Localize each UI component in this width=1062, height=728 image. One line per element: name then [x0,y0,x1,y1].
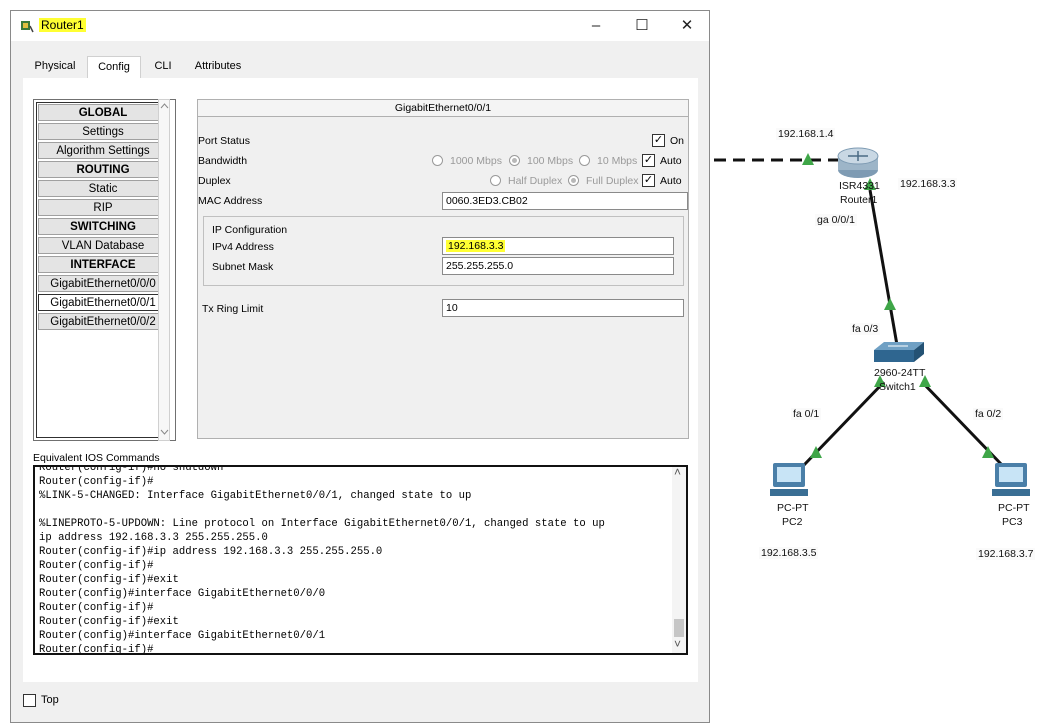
pc2-name-label: PC2 [782,516,803,528]
sidebar-header-interface: INTERFACE [38,256,168,273]
router-name-label: Router1 [840,194,878,206]
mac-address-label: MAC Address [198,195,263,207]
port-status-checkbox[interactable]: ✓ [652,134,665,147]
sidebar-header-routing: ROUTING [38,161,168,178]
switch-model-label: 2960-24TT [874,367,926,379]
ip-configuration-group: IP Configuration IPv4 Address 192.168.3.… [203,216,684,286]
router-config-window: Router1 – ☐ ✕ Physical Config CLI Attrib… [10,10,710,723]
router-app-icon [21,21,34,33]
checkmark-icon: ✓ [643,154,654,166]
pc2-icon[interactable] [770,463,808,496]
ip-configuration-label: IP Configuration [212,224,288,236]
chevron-up-icon: ˄ [674,465,682,479]
full-duplex-label: Full Duplex [586,175,639,187]
sidebar-header-global: GLOBAL [38,104,168,121]
half-duplex-label: Half Duplex [508,175,563,187]
router-ip-right: 192.168.3.3 [898,178,958,190]
sidebar-item-gig002[interactable]: GigabitEthernet0/0/2 [38,313,168,330]
ios-commands-text: Router(config-if)#no shutdown Router(con… [39,465,605,655]
pc3-type-label: PC-PT [998,502,1030,514]
tab-cli[interactable]: CLI [153,56,173,78]
bandwidth-10-label: 10 Mbps [597,155,638,167]
switch-name-label: Switch1 [879,381,916,393]
top-checkbox[interactable] [23,694,36,707]
ipv4-address-field[interactable]: 192.168.3.3 [442,237,674,255]
switch-port-up-label: fa 0/3 [850,323,881,335]
top-label: Top [41,694,59,706]
router-switch-link [868,189,899,346]
chevron-down-icon [160,429,169,435]
pc3-ip-label: 192.168.3.7 [976,548,1036,560]
sidebar-item-rip[interactable]: RIP [38,199,168,216]
close-icon: ✕ [680,17,694,34]
checkmark-icon: ✓ [653,134,664,146]
switch-port-right-label: fa 0/2 [973,408,1004,420]
bandwidth-100-radio[interactable] [509,155,520,166]
pc3-name-label: PC3 [1002,516,1023,528]
maximize-button[interactable]: ☐ [619,11,665,41]
port-status-on-label: On [670,135,685,147]
sidebar-item-algorithm-settings[interactable]: Algorithm Settings [38,142,168,159]
router-ip-left: 192.168.1.4 [776,128,836,140]
router-icon[interactable] [837,147,879,178]
subnet-mask-field[interactable]: 255.255.255.0 [442,257,674,275]
tab-attributes[interactable]: Attributes [191,56,245,78]
topology-canvas [714,147,1030,496]
port-status-label: Port Status [198,135,250,147]
pc2-type-label: PC-PT [777,502,809,514]
sidebar-item-static[interactable]: Static [38,180,168,197]
bandwidth-label: Bandwidth [198,155,248,167]
tab-config[interactable]: Config [87,56,141,81]
ios-scrollbar[interactable]: ˄ ˅ [672,467,686,653]
switch-icon[interactable] [874,342,924,362]
bandwidth-1000-label: 1000 Mbps [450,155,502,167]
sidebar-item-gig000[interactable]: GigabitEthernet0/0/0 [38,275,168,292]
tab-physical[interactable]: Physical [33,56,77,78]
window-title: Router1 [39,18,86,32]
minimize-button[interactable]: – [573,11,619,41]
pc3-icon[interactable] [992,463,1030,496]
sidebar-header-switching: SWITCHING [38,218,168,235]
duplex-auto-label: Auto [660,175,682,187]
tx-ring-limit-field[interactable]: 10 [442,299,684,317]
sidebar-list: GLOBAL Settings Algorithm Settings ROUTI… [36,102,170,438]
router-port-label: ga 0/0/1 [815,214,857,226]
switch-port-left-label: fa 0/1 [791,408,822,420]
minimize-icon: – [591,17,601,34]
link-up-icon [884,298,896,310]
panel-title: GigabitEthernet0/0/1 [198,100,688,117]
title-bar[interactable]: Router1 – ☐ ✕ [11,11,709,41]
sidebar-scrollbar[interactable] [158,99,170,441]
sidebar-item-settings[interactable]: Settings [38,123,168,140]
pc2-ip-label: 192.168.3.5 [759,547,819,559]
close-button[interactable]: ✕ [664,11,710,41]
subnet-mask-label: Subnet Mask [212,261,274,273]
ipv4-address-label: IPv4 Address [212,241,274,253]
ios-commands-box[interactable]: Router(config-if)#no shutdown Router(con… [33,465,688,655]
ios-commands-label: Equivalent IOS Commands [33,452,160,464]
maximize-icon: ☐ [635,17,649,34]
duplex-auto-checkbox[interactable]: ✓ [642,174,655,187]
config-sidebar: GLOBAL Settings Algorithm Settings ROUTI… [33,99,176,441]
sidebar-item-vlan-database[interactable]: VLAN Database [38,237,168,254]
bandwidth-auto-checkbox[interactable]: ✓ [642,154,655,167]
sidebar-item-gig001[interactable]: GigabitEthernet0/0/1 [38,294,168,311]
chevron-down-icon: ˅ [674,637,682,651]
interface-panel: GigabitEthernet0/0/1 Port Status ✓ On Ba… [197,99,689,439]
full-duplex-radio[interactable] [568,175,579,186]
chevron-up-icon [160,103,169,109]
scrollbar-thumb[interactable] [674,619,684,637]
bandwidth-10-radio[interactable] [579,155,590,166]
duplex-label: Duplex [198,175,231,187]
tx-ring-limit-label: Tx Ring Limit [202,303,264,315]
bandwidth-1000-radio[interactable] [432,155,443,166]
tab-bar: Physical Config CLI Attributes [23,56,703,81]
router-model-label: ISR4331 [839,180,880,192]
half-duplex-radio[interactable] [490,175,501,186]
bandwidth-auto-label: Auto [660,155,682,167]
bandwidth-100-label: 100 Mbps [527,155,574,167]
checkmark-icon: ✓ [643,174,654,186]
mac-address-field[interactable]: 0060.3ED3.CB02 [442,192,688,210]
